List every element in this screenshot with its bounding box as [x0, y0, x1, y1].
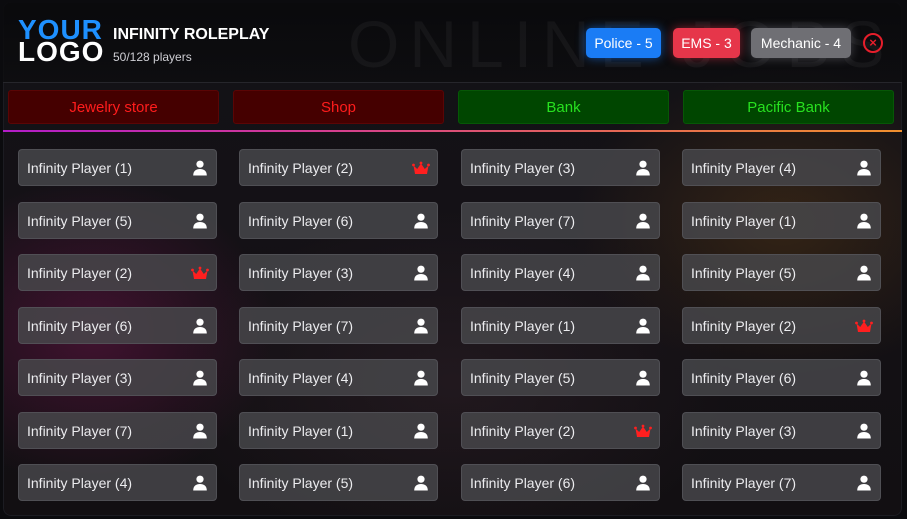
player-card[interactable]: Infinity Player (3) — [18, 359, 217, 396]
player-name: Infinity Player (5) — [248, 475, 354, 491]
player-name: Infinity Player (5) — [691, 265, 797, 281]
user-icon — [855, 212, 873, 230]
player-name: Infinity Player (5) — [470, 370, 576, 386]
scoreboard-panel: ONLINE JOBS YOUR LOGO INFINITY ROLEPLAY … — [3, 2, 902, 516]
player-card[interactable]: Infinity Player (6) — [461, 464, 660, 501]
player-name: Infinity Player (7) — [470, 213, 576, 229]
player-card[interactable]: Infinity Player (1) — [18, 149, 217, 186]
player-name: Infinity Player (6) — [248, 213, 354, 229]
player-name: Infinity Player (2) — [248, 160, 354, 176]
user-icon — [855, 159, 873, 177]
user-icon — [191, 159, 209, 177]
player-name: Infinity Player (3) — [248, 265, 354, 281]
player-name: Infinity Player (6) — [470, 475, 576, 491]
player-card[interactable]: Infinity Player (5) — [682, 254, 881, 291]
user-icon — [855, 264, 873, 282]
player-card[interactable]: Infinity Player (1) — [682, 202, 881, 239]
player-card[interactable]: Infinity Player (6) — [682, 359, 881, 396]
player-name: Infinity Player (5) — [27, 213, 133, 229]
player-name: Infinity Player (2) — [470, 423, 576, 439]
user-icon — [634, 369, 652, 387]
crown-icon — [412, 160, 430, 178]
player-name: Infinity Player (1) — [248, 423, 354, 439]
player-card[interactable]: Infinity Player (6) — [18, 307, 217, 344]
player-card[interactable]: Infinity Player (3) — [461, 149, 660, 186]
player-card[interactable]: Infinity Player (3) — [682, 412, 881, 449]
user-icon — [412, 264, 430, 282]
player-card[interactable]: Infinity Player (5) — [239, 464, 438, 501]
player-name: Infinity Player (1) — [470, 318, 576, 334]
player-card[interactable]: Infinity Player (5) — [18, 202, 217, 239]
player-name: Infinity Player (6) — [691, 370, 797, 386]
crown-icon — [191, 265, 209, 283]
player-name: Infinity Player (3) — [691, 423, 797, 439]
player-name: Infinity Player (7) — [27, 423, 133, 439]
player-card[interactable]: Infinity Player (3) — [239, 254, 438, 291]
user-icon — [412, 317, 430, 335]
player-name: Infinity Player (4) — [27, 475, 133, 491]
player-name: Infinity Player (6) — [27, 318, 133, 334]
player-name: Infinity Player (1) — [27, 160, 133, 176]
user-icon — [855, 422, 873, 440]
user-icon — [191, 422, 209, 440]
user-icon — [634, 212, 652, 230]
player-card[interactable]: Infinity Player (1) — [239, 412, 438, 449]
user-icon — [412, 369, 430, 387]
player-name: Infinity Player (1) — [691, 213, 797, 229]
player-card[interactable]: Infinity Player (4) — [18, 464, 217, 501]
player-card[interactable]: Infinity Player (2) — [682, 307, 881, 344]
user-icon — [191, 317, 209, 335]
player-grid: Infinity Player (1) Infinity Player (2) In… — [3, 2, 902, 516]
player-name: Infinity Player (4) — [691, 160, 797, 176]
user-icon — [634, 474, 652, 492]
player-card[interactable]: Infinity Player (4) — [239, 359, 438, 396]
user-icon — [634, 317, 652, 335]
user-icon — [634, 159, 652, 177]
user-icon — [855, 474, 873, 492]
player-name: Infinity Player (3) — [470, 160, 576, 176]
player-card[interactable]: Infinity Player (2) — [239, 149, 438, 186]
player-card[interactable]: Infinity Player (2) — [18, 254, 217, 291]
crown-icon — [634, 423, 652, 441]
user-icon — [412, 212, 430, 230]
player-card[interactable]: Infinity Player (7) — [239, 307, 438, 344]
user-icon — [412, 422, 430, 440]
player-card[interactable]: Infinity Player (4) — [461, 254, 660, 291]
player-name: Infinity Player (2) — [691, 318, 797, 334]
player-name: Infinity Player (7) — [691, 475, 797, 491]
player-card[interactable]: Infinity Player (7) — [682, 464, 881, 501]
player-card[interactable]: Infinity Player (7) — [18, 412, 217, 449]
player-name: Infinity Player (3) — [27, 370, 133, 386]
user-icon — [191, 474, 209, 492]
player-card[interactable]: Infinity Player (7) — [461, 202, 660, 239]
user-icon — [412, 474, 430, 492]
player-card[interactable]: Infinity Player (2) — [461, 412, 660, 449]
user-icon — [191, 369, 209, 387]
player-card[interactable]: Infinity Player (6) — [239, 202, 438, 239]
crown-icon — [855, 318, 873, 336]
user-icon — [191, 212, 209, 230]
player-name: Infinity Player (7) — [248, 318, 354, 334]
player-card[interactable]: Infinity Player (5) — [461, 359, 660, 396]
user-icon — [855, 369, 873, 387]
player-card[interactable]: Infinity Player (1) — [461, 307, 660, 344]
player-card[interactable]: Infinity Player (4) — [682, 149, 881, 186]
player-name: Infinity Player (4) — [248, 370, 354, 386]
player-name: Infinity Player (2) — [27, 265, 133, 281]
player-name: Infinity Player (4) — [470, 265, 576, 281]
user-icon — [634, 264, 652, 282]
